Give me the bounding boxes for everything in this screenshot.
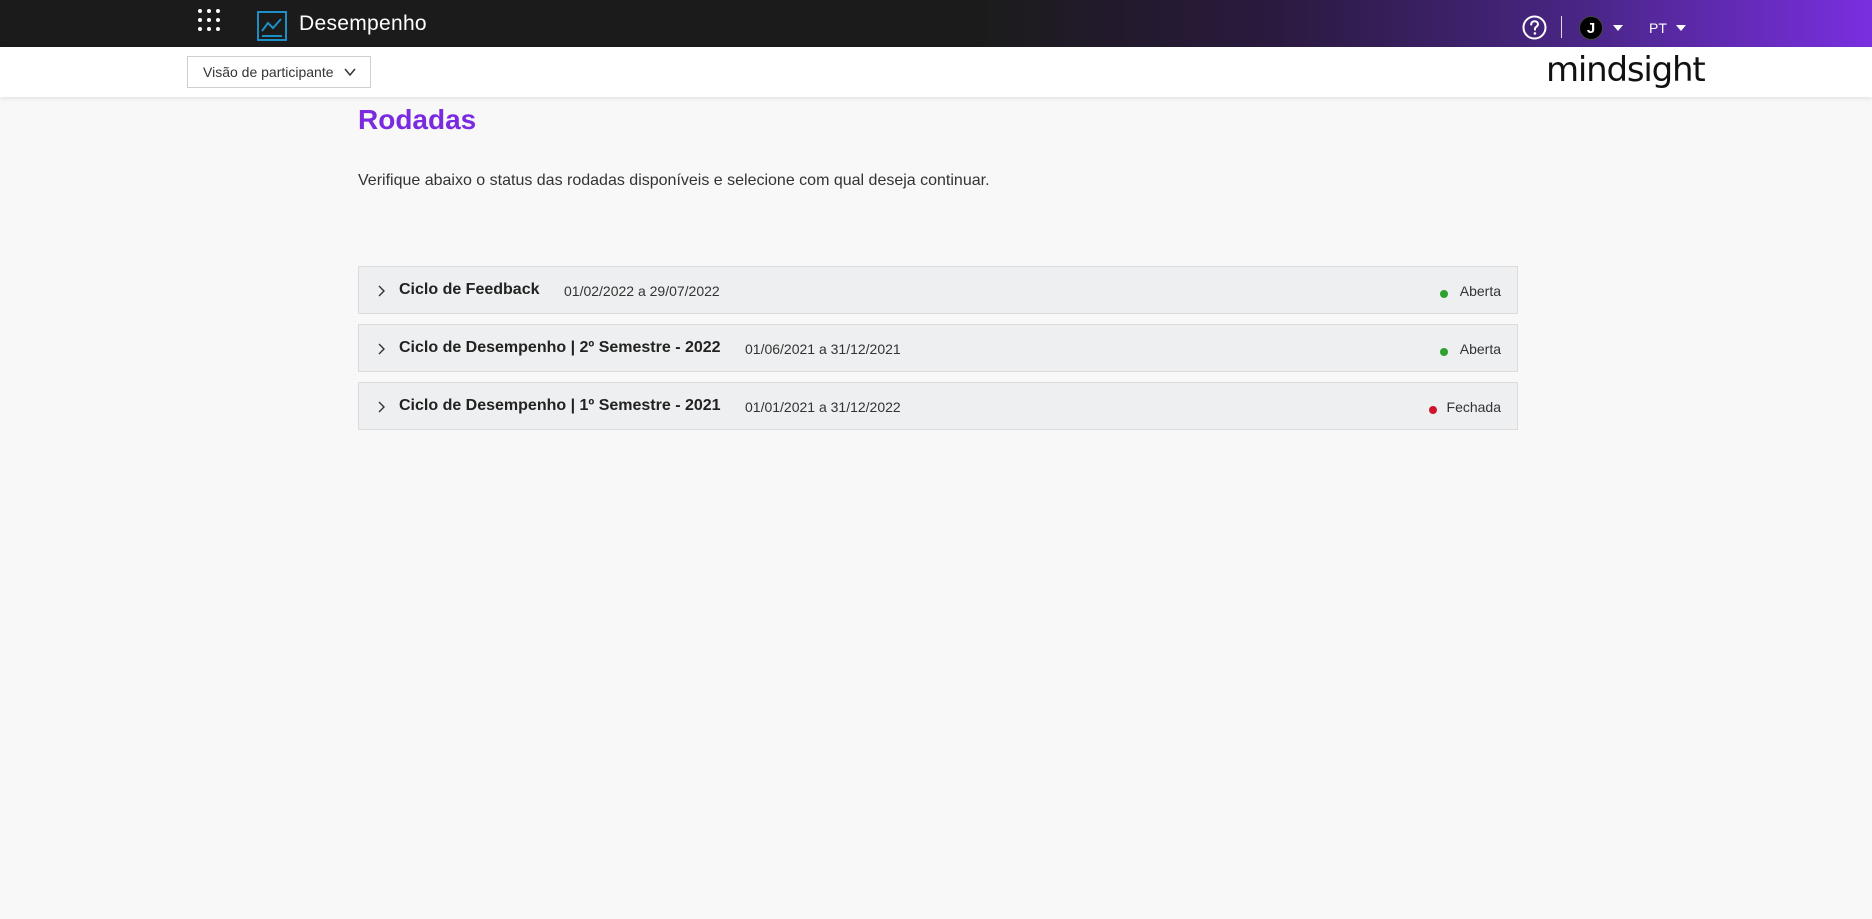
- top-navigation-bar: Desempenho J PT: [0, 0, 1872, 47]
- caret-down-icon[interactable]: [1613, 25, 1623, 31]
- sub-header: Visão de participante mindsight: [0, 47, 1872, 97]
- caret-down-icon[interactable]: [1676, 25, 1686, 31]
- round-dates: 01/01/2021 a 31/12/2022: [745, 399, 901, 415]
- round-status: Aberta: [1459, 341, 1501, 357]
- app-title[interactable]: Desempenho: [299, 12, 427, 36]
- chevron-down-icon: [344, 68, 356, 77]
- round-status: Fechada: [1446, 399, 1501, 415]
- view-selector-dropdown[interactable]: Visão de participante: [187, 56, 371, 88]
- help-icon[interactable]: [1522, 15, 1547, 40]
- status-dot: [1429, 406, 1437, 414]
- brand-logo: mindsight: [1546, 50, 1706, 90]
- round-item[interactable]: Ciclo de Desempenho | 2º Semestre - 2022…: [358, 324, 1518, 372]
- round-status: Aberta: [1459, 283, 1501, 299]
- round-name: Ciclo de Desempenho | 1º Semestre - 2021: [399, 397, 721, 414]
- status-dot: [1440, 290, 1448, 298]
- chevron-right-icon[interactable]: [377, 285, 385, 297]
- page-description: Verifique abaixo o status das rodadas di…: [358, 172, 990, 189]
- user-avatar[interactable]: J: [1579, 16, 1603, 40]
- view-selector-label: Visão de participante: [203, 64, 334, 80]
- divider: [1561, 16, 1562, 38]
- apps-grid-icon[interactable]: [198, 9, 224, 35]
- page-title: Rodadas: [358, 104, 477, 135]
- status-dot: [1440, 348, 1448, 356]
- round-name: Ciclo de Desempenho | 2º Semestre - 2022: [399, 339, 721, 356]
- round-item[interactable]: Ciclo de Feedback 01/02/2022 a 29/07/202…: [358, 266, 1518, 314]
- round-item[interactable]: Ciclo de Desempenho | 1º Semestre - 2021…: [358, 382, 1518, 430]
- chevron-right-icon[interactable]: [377, 343, 385, 355]
- round-dates: 01/02/2022 a 29/07/2022: [564, 283, 720, 299]
- round-name: Ciclo de Feedback: [399, 281, 540, 298]
- performance-chart-icon: [257, 11, 287, 41]
- round-dates: 01/06/2021 a 31/12/2021: [745, 341, 901, 357]
- language-selector[interactable]: PT: [1649, 20, 1667, 36]
- rounds-list: Ciclo de Feedback 01/02/2022 a 29/07/202…: [358, 266, 1518, 440]
- chevron-right-icon[interactable]: [377, 401, 385, 413]
